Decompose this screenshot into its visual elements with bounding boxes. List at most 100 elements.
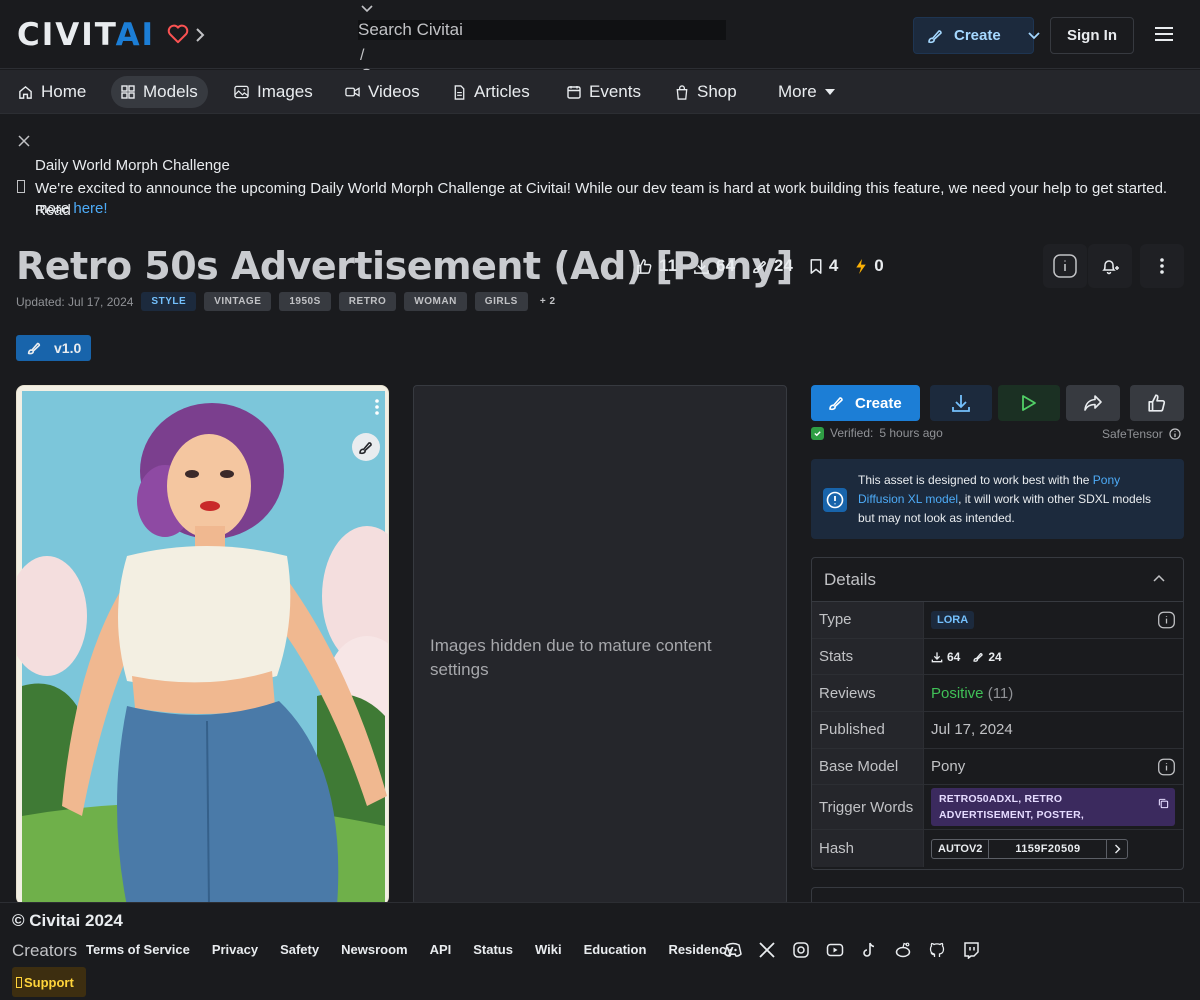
nav-articles[interactable]: Articles <box>443 76 540 108</box>
download-icon <box>931 651 943 663</box>
menu-icon[interactable] <box>1154 26 1174 42</box>
footer-creators-link[interactable]: Creators <box>12 941 77 961</box>
tag-style[interactable]: STYLE <box>141 292 197 311</box>
footer-link-wiki[interactable]: Wiki <box>535 942 562 957</box>
footer-link-education[interactable]: Education <box>584 942 647 957</box>
downloads-count: 64 <box>931 650 960 664</box>
copy-icon[interactable] <box>1158 798 1169 809</box>
header-create-button[interactable]: Create <box>913 17 1040 54</box>
tag-retro[interactable]: RETRO <box>338 292 397 311</box>
announcement-link[interactable]: here! <box>73 200 107 217</box>
notify-button[interactable] <box>1088 244 1132 288</box>
chevron-down-icon[interactable] <box>1027 31 1041 41</box>
tiktok-icon[interactable] <box>860 941 878 959</box>
footer-link-api[interactable]: API <box>430 942 452 957</box>
youtube-icon[interactable] <box>826 941 844 959</box>
footer-link-terms[interactable]: Terms of Service <box>86 942 190 957</box>
heart-icon[interactable] <box>167 24 189 44</box>
nav-videos[interactable]: Videos <box>335 76 430 108</box>
trigger-words[interactable]: RETRO50ADXL, RETRO ADVERTISEMENT, POSTER… <box>931 788 1175 827</box>
tag-woman[interactable]: WOMAN <box>404 292 467 311</box>
more-options-button[interactable] <box>1140 244 1184 288</box>
footer-links: Terms of Service Privacy Safety Newsroom… <box>86 942 733 957</box>
footer: © Civitai 2024 Creators Terms of Service… <box>0 902 1200 1000</box>
dots-vertical-icon <box>1159 257 1165 275</box>
nav-images[interactable]: Images <box>224 76 323 108</box>
bookmark-icon <box>809 258 823 275</box>
instagram-icon[interactable] <box>792 941 810 959</box>
like-button[interactable] <box>1130 385 1184 421</box>
verified-status: Verified: 5 hours ago <box>811 426 943 440</box>
footer-link-newsroom[interactable]: Newsroom <box>341 942 407 957</box>
home-icon <box>18 85 33 100</box>
discord-icon[interactable] <box>724 941 742 959</box>
hash-type[interactable]: AUTOV2 <box>932 839 990 858</box>
nav-events[interactable]: Events <box>557 76 651 108</box>
play-icon <box>1021 394 1037 412</box>
nav-shop[interactable]: Shop <box>665 76 747 108</box>
version-button[interactable]: v1.0 <box>16 335 91 361</box>
tag-1950s[interactable]: 1950S <box>279 292 331 311</box>
download-icon <box>951 393 971 413</box>
details-panel: Details Type LORA Stats 64 24 Reviews Po… <box>811 557 1184 870</box>
tag-girls[interactable]: GIRLS <box>474 292 528 311</box>
info-icon[interactable] <box>1158 758 1175 776</box>
announcement-icon <box>17 180 25 193</box>
close-icon[interactable] <box>17 134 31 148</box>
model-preview-image[interactable] <box>16 385 389 905</box>
buzz-stat: 0 <box>854 256 884 276</box>
download-button[interactable] <box>930 385 992 421</box>
verified-time-link[interactable]: 5 hours ago <box>879 426 942 440</box>
share-icon <box>1083 394 1103 412</box>
info-icon[interactable] <box>1158 611 1175 629</box>
collected-stat: 4 <box>809 256 838 276</box>
github-icon[interactable] <box>928 941 946 959</box>
more-tags[interactable]: + 2 <box>536 296 560 307</box>
chevron-right-icon[interactable] <box>1107 840 1127 858</box>
review-sentiment[interactable]: Positive <box>931 685 984 702</box>
twitch-icon[interactable] <box>962 941 980 959</box>
brush-icon <box>972 651 984 663</box>
x-icon[interactable] <box>758 941 776 959</box>
search-input[interactable] <box>358 20 726 40</box>
nav-home[interactable]: Home <box>8 76 96 108</box>
run-button[interactable] <box>998 385 1060 421</box>
footer-link-status[interactable]: Status <box>473 942 513 957</box>
main-nav: Home Models Images Videos Articles Event… <box>0 70 1200 114</box>
thumbs-up-icon <box>1147 393 1167 413</box>
announcement-body-end: more here! <box>35 200 108 217</box>
info-circle-icon[interactable] <box>1169 428 1181 440</box>
footer-link-privacy[interactable]: Privacy <box>212 942 258 957</box>
support-button[interactable]: Support <box>12 967 86 997</box>
hidden-images-message: Images hidden due to mature content sett… <box>430 636 712 679</box>
info-button[interactable] <box>1043 244 1087 288</box>
hash-field[interactable]: AUTOV2 1159F20509 <box>931 838 1129 859</box>
social-links <box>724 941 980 959</box>
footer-link-safety[interactable]: Safety <box>280 942 319 957</box>
tag-vintage[interactable]: VINTAGE <box>204 292 272 311</box>
chevron-up-icon[interactable] <box>1153 574 1165 582</box>
brush-icon <box>751 258 768 275</box>
info-icon <box>1053 254 1077 278</box>
video-icon <box>345 86 360 98</box>
reddit-icon[interactable] <box>894 941 912 959</box>
support-icon <box>16 976 22 988</box>
generations-stat: 24 <box>751 256 793 276</box>
create-button[interactable]: Create <box>811 385 920 421</box>
hash-value[interactable]: 1159F20509 <box>989 839 1108 858</box>
sign-in-button[interactable]: Sign In <box>1050 17 1134 54</box>
review-count: (11) <box>987 684 1014 702</box>
retro-pinup-illustration <box>17 391 388 904</box>
nav-models[interactable]: Models <box>111 76 208 108</box>
alert-text: This asset is designed to work best with… <box>858 473 1152 525</box>
brush-icon <box>926 27 944 45</box>
detail-row-stats: Stats 64 24 <box>812 638 1183 676</box>
chevron-down-icon[interactable] <box>360 4 374 14</box>
share-button[interactable] <box>1066 385 1120 421</box>
top-header: CIVITAI / Create Sign In <box>0 0 1200 84</box>
nav-more[interactable]: More <box>768 76 845 108</box>
chevron-right-icon[interactable] <box>194 27 206 43</box>
pony-alert: This asset is designed to work best with… <box>811 459 1184 539</box>
details-header[interactable]: Details <box>812 558 1183 602</box>
civitai-logo[interactable]: CIVITAI <box>17 20 155 51</box>
